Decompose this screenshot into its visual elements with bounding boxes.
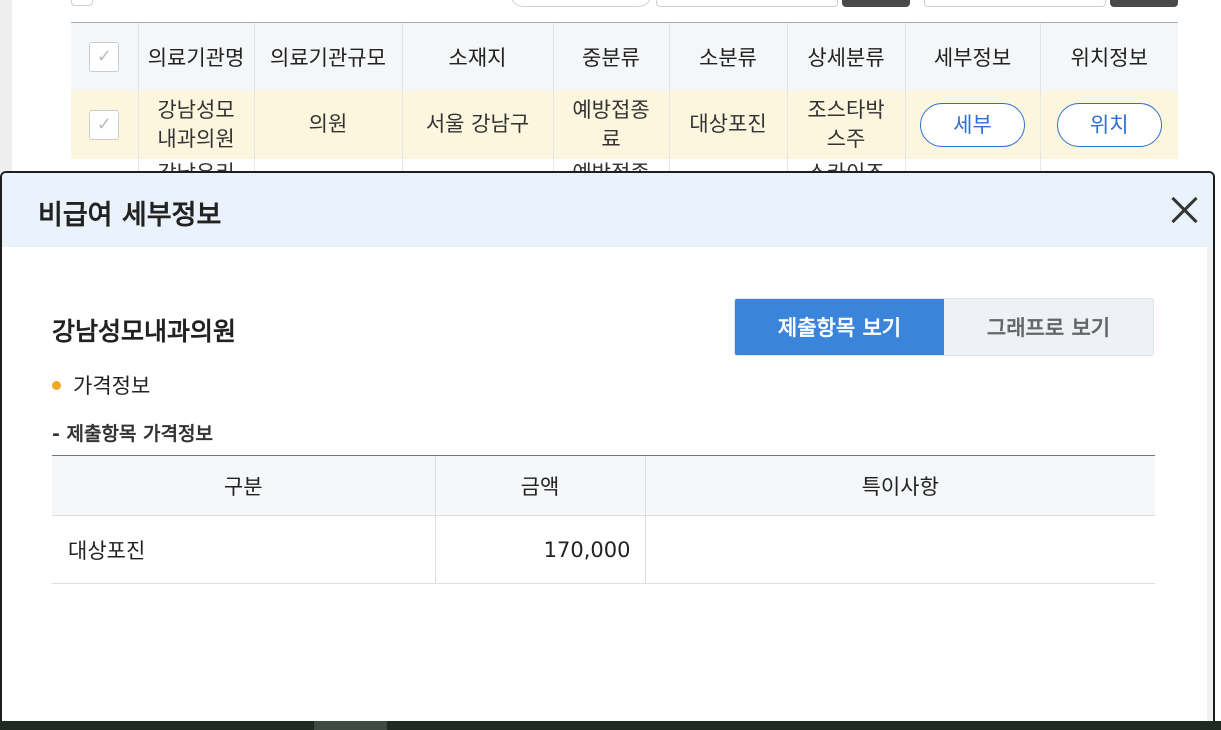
table-row: 대상포진 170,000 (52, 515, 1155, 584)
price-header-note: 특이사항 (644, 455, 1155, 516)
taskbar-segment (314, 721, 387, 730)
search-field-2[interactable] (656, 0, 838, 7)
select-all-cell: ✓ (71, 22, 138, 91)
modal-title: 비급여 세부정보 (38, 200, 222, 231)
tab-submitted-items[interactable]: 제출항목 보기 (735, 299, 944, 355)
col-header-size: 의료기관규모 (253, 22, 402, 91)
col-header-category-detail: 상세분류 (786, 22, 905, 91)
row-location: 서울 강남구 (401, 90, 553, 159)
price-table: 구분 금액 특이사항 대상포진 170,000 (52, 455, 1155, 584)
bullet-icon (52, 380, 61, 390)
search-field-3[interactable] (924, 0, 1106, 7)
search-checkbox-area[interactable] (71, 0, 93, 6)
row-size: 의원 (253, 90, 402, 159)
view-tabs: 제출항목 보기 그래프로 보기 (734, 298, 1154, 356)
search-controls (0, 0, 1221, 10)
section-title: 가격정보 (52, 370, 150, 400)
row-checkbox-cell: ✓ (71, 90, 138, 159)
price-amount: 170,000 (434, 515, 645, 584)
location-button[interactable]: 위치 (1056, 102, 1162, 147)
col-header-location-info: 위치정보 (1039, 22, 1178, 91)
price-header-amount: 금액 (434, 455, 645, 516)
search-button-2[interactable] (1110, 0, 1178, 7)
results-header-row: ✓ 의료기관명 의료기관규모 소재지 중분류 소분류 상세분류 세부정보 위치정… (71, 22, 1178, 91)
col-header-location: 소재지 (401, 22, 553, 91)
row-detail-cell: 세부 (904, 90, 1040, 159)
detail-modal: 비급여 세부정보 강남성모내과의원 제출항목 보기 그래프로 보기 가격정보 -… (0, 171, 1215, 730)
row-category-detail: 조스타박 스주 (786, 90, 905, 159)
detail-button[interactable]: 세부 (920, 102, 1025, 147)
price-note (644, 515, 1155, 584)
row-name: 강남성모 내과의원 (137, 90, 254, 159)
price-category: 대상포진 (52, 515, 435, 584)
row-checkbox[interactable]: ✓ (89, 110, 120, 140)
hospital-name: 강남성모내과의원 (52, 317, 237, 346)
close-icon[interactable] (1167, 193, 1201, 227)
table-row: ✓ 강남성모 내과의원 의원 서울 강남구 예방접종 료 대상포진 조스타박 스… (71, 90, 1178, 159)
modal-scrollbar[interactable] (1207, 247, 1213, 730)
modal-header: 비급여 세부정보 (2, 173, 1213, 247)
row-category-mid: 예방접종 료 (552, 90, 669, 159)
section-title-text: 가격정보 (73, 374, 151, 398)
col-header-name: 의료기관명 (137, 22, 254, 91)
col-header-detail-info: 세부정보 (904, 22, 1040, 91)
row-location-cell: 위치 (1039, 90, 1178, 159)
tab-graph-view[interactable]: 그래프로 보기 (944, 299, 1153, 355)
search-button-1[interactable] (842, 0, 910, 7)
sub-title: - 제출항목 가격정보 (52, 423, 213, 445)
col-header-category-mid: 중분류 (552, 22, 669, 91)
select-all-checkbox[interactable]: ✓ (89, 41, 120, 72)
taskbar (0, 721, 1221, 730)
row-category-small: 대상포진 (668, 90, 787, 159)
price-header-row: 구분 금액 특이사항 (52, 455, 1155, 516)
results-table: ✓ 의료기관명 의료기관규모 소재지 중분류 소분류 상세분류 세부정보 위치정… (71, 22, 1178, 188)
price-header-category: 구분 (52, 455, 435, 516)
search-field-1[interactable] (510, 0, 652, 7)
col-header-category-small: 소분류 (668, 22, 787, 91)
